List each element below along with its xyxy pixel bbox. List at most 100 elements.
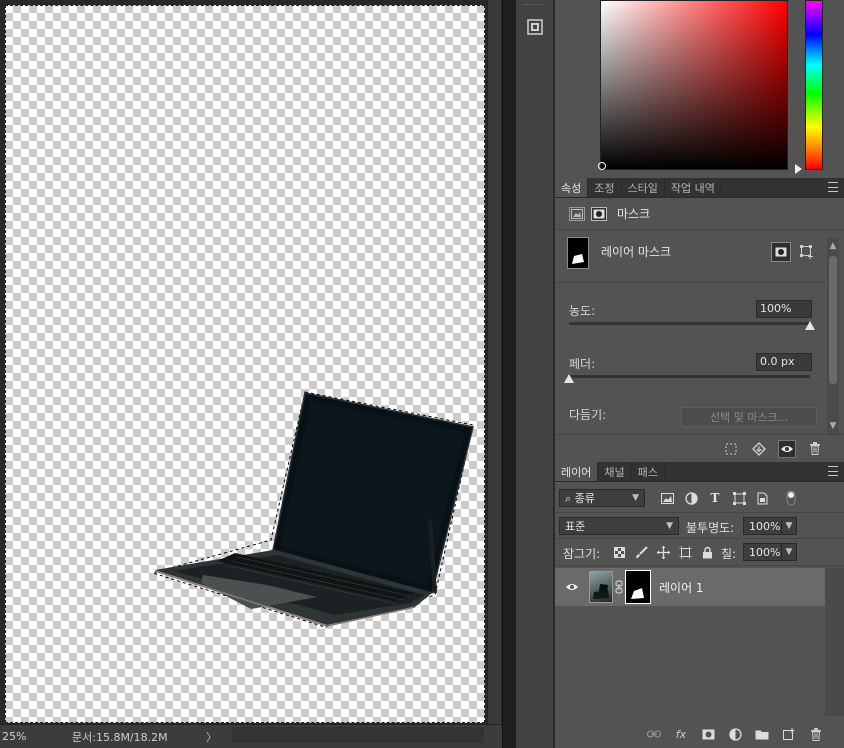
properties-menu-icon[interactable] — [828, 182, 838, 192]
tab-properties[interactable]: 속성 — [555, 178, 589, 197]
blend-mode-select[interactable]: 표준 ▼ — [559, 517, 679, 535]
horizontal-scrollbar[interactable] — [232, 727, 484, 743]
layer-mask-thumbnail[interactable] — [625, 570, 651, 604]
tab-label: 작업 내역 — [670, 181, 715, 195]
scroll-down-icon[interactable]: ▼ — [827, 420, 839, 432]
hue-slider-handle[interactable] — [795, 164, 802, 174]
opacity-value: 100% — [749, 519, 781, 533]
mask-icon — [702, 729, 714, 739]
pixel-filter-icon[interactable] — [659, 490, 675, 506]
add-vector-mask-button[interactable] — [797, 242, 817, 262]
layer-item[interactable]: 레이어 1 — [555, 568, 825, 606]
density-field[interactable]: 100% — [756, 300, 812, 318]
select-and-mask-button[interactable]: 선택 및 마스크... — [681, 407, 817, 427]
fill-label: 칠: — [721, 547, 737, 561]
lock-position-icon[interactable] — [655, 544, 671, 560]
lock-transparent-pixels-icon[interactable] — [611, 544, 627, 560]
layers-tabbar: 레이어 채널 패스 — [555, 462, 844, 482]
status-menu-arrow[interactable]: 〉 — [206, 729, 217, 745]
tab-label: 조정 — [594, 181, 615, 195]
blend-mode-row: 표준 ▼ 불투명도: 100% ▼ — [555, 512, 844, 539]
add-layer-style-button[interactable]: fx — [673, 726, 689, 742]
opacity-label: 불투명도: — [686, 521, 735, 535]
new-adjustment-layer-button[interactable] — [727, 726, 743, 742]
feather-slider-handle[interactable] — [564, 374, 574, 383]
new-layer-icon — [783, 728, 795, 740]
link-icon[interactable] — [615, 580, 623, 594]
density-label: 농도: — [569, 304, 596, 318]
lock-all-icon[interactable] — [699, 544, 715, 560]
chevron-down-icon: ▼ — [785, 547, 793, 557]
tab-label: 레이어 — [561, 465, 592, 479]
mask-icon — [775, 247, 787, 257]
toggle-mask-visibility-button[interactable] — [778, 439, 796, 458]
tab-paths[interactable]: 패스 — [632, 462, 665, 481]
chevron-down-icon: ▼ — [666, 521, 673, 531]
smart-object-filter-icon[interactable] — [755, 490, 771, 506]
properties-scrollbar[interactable]: ▲ ▼ — [827, 238, 839, 434]
opacity-dropdown-button[interactable]: ▼ — [781, 517, 797, 535]
dotted-selection-icon — [725, 443, 737, 454]
document-size-info: 문서:15.8M/18.2M — [72, 730, 168, 744]
properties-header: 마스크 — [555, 198, 844, 230]
tab-channels[interactable]: 채널 — [598, 462, 632, 481]
layer-thumbnail[interactable] — [589, 571, 613, 603]
tab-styles[interactable]: 스타일 — [622, 178, 665, 197]
folder-icon — [755, 730, 769, 739]
zoom-level[interactable]: 25% — [0, 730, 60, 743]
feather-field[interactable]: 0.0 px — [756, 353, 812, 371]
new-layer-button[interactable] — [781, 726, 797, 742]
add-mask-button[interactable] — [700, 726, 716, 742]
panel-divider[interactable] — [502, 0, 516, 748]
layers-footer: fx — [555, 720, 844, 748]
color-picker-cursor[interactable] — [598, 162, 606, 170]
layers-scrollbar[interactable] — [825, 568, 844, 716]
tab-label: 속성 — [561, 181, 582, 195]
lock-image-pixels-icon[interactable] — [633, 544, 649, 560]
blend-mode-value: 표준 — [565, 520, 586, 533]
adjustment-filter-icon[interactable] — [683, 490, 699, 506]
laptop-image — [151, 391, 474, 628]
pixel-mask-icon[interactable] — [569, 206, 585, 221]
vertical-scrollbar[interactable] — [487, 0, 501, 726]
scroll-up-icon[interactable]: ▲ — [827, 240, 839, 252]
scroll-thumb[interactable] — [829, 256, 837, 384]
delete-layer-button[interactable] — [808, 726, 824, 742]
tab-adjustments[interactable]: 조정 — [588, 178, 622, 197]
layer-filter-row: ⌕ 종류 ▼ T — [555, 485, 844, 512]
document-canvas[interactable] — [5, 5, 485, 723]
properties-tabbar: 속성 조정 스타일 작업 내역 — [555, 178, 844, 198]
trash-icon — [811, 727, 821, 741]
color-saturation-field[interactable] — [600, 0, 788, 170]
adjustment-icon — [728, 727, 742, 741]
filter-toggle-icon[interactable] — [783, 490, 799, 506]
type-filter-icon[interactable]: T — [707, 490, 723, 506]
layer-visibility-toggle[interactable] — [563, 579, 581, 595]
tab-label: 패스 — [637, 465, 658, 479]
delete-mask-button[interactable] — [806, 440, 824, 458]
tab-history[interactable]: 작업 내역 — [665, 178, 722, 197]
mask-thumbnail[interactable] — [567, 237, 589, 269]
mask-type-label: 레이어 마스크 — [601, 245, 672, 259]
new-group-button[interactable] — [754, 726, 770, 742]
layer-name[interactable]: 레이어 1 — [659, 579, 704, 596]
density-slider-track[interactable] — [569, 322, 810, 325]
strip-grip[interactable] — [524, 4, 546, 6]
link-layers-button[interactable] — [646, 726, 662, 742]
filter-kind-select[interactable]: ⌕ 종류 ▼ — [559, 489, 645, 507]
fill-dropdown-button[interactable]: ▼ — [781, 543, 797, 561]
lock-artboard-icon[interactable] — [677, 544, 693, 560]
density-slider-handle[interactable] — [805, 321, 815, 330]
lock-row: 잠그기: 칠: 100% ▼ — [555, 539, 844, 566]
tab-layers[interactable]: 레이어 — [555, 462, 599, 481]
load-selection-from-mask-button[interactable] — [722, 440, 740, 458]
layer-mask-icon[interactable] — [591, 206, 607, 221]
select-layer-mask-button[interactable] — [771, 242, 791, 262]
document-canvas-area[interactable]: 25% 문서:15.8M/18.2M 〉 — [0, 0, 502, 748]
history-panel-button[interactable] — [524, 16, 546, 38]
apply-mask-button[interactable] — [750, 440, 768, 458]
layers-menu-icon[interactable] — [828, 466, 838, 476]
shape-filter-icon[interactable] — [731, 490, 747, 506]
feather-slider-track[interactable] — [569, 375, 810, 378]
hue-bar[interactable] — [805, 0, 823, 170]
